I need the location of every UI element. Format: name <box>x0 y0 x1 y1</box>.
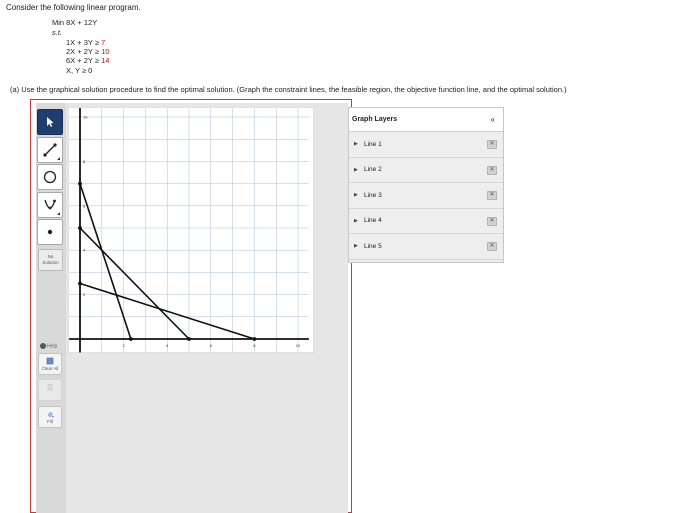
line-tool[interactable] <box>37 137 63 163</box>
graph-layers-panel: Graph Layers « ▶ Line 1 ✕ ▶ Line 2 ✕ ▶ L… <box>348 107 504 263</box>
circle-tool[interactable] <box>37 164 63 190</box>
graph-layers-header: Graph Layers « <box>349 108 503 132</box>
lp-nonnegativity: X, Y ≥ 0 <box>66 66 93 75</box>
clear-all-button[interactable]: Clear All <box>38 353 62 375</box>
line-2-endpoint-1 <box>78 226 82 230</box>
fill-label: Fill <box>47 419 53 424</box>
parabola-tool[interactable] <box>37 192 63 218</box>
select-tool[interactable] <box>37 109 63 135</box>
clear-all-label: Clear All <box>41 366 59 371</box>
constraint-op: ≥ <box>94 47 99 56</box>
layer-label: Line 2 <box>364 166 382 174</box>
point-icon <box>47 229 53 235</box>
line-3-endpoint-1 <box>78 281 82 286</box>
constraint-op: ≥ <box>94 56 99 65</box>
expand-arrow-icon: ▶ <box>354 166 358 173</box>
delete-layer-icon[interactable]: ✕ <box>487 242 497 251</box>
delete-layer-icon[interactable]: ✕ <box>487 140 497 149</box>
problem-intro: Consider the following linear program. <box>6 3 141 12</box>
layer-label: Line 4 <box>364 217 382 225</box>
question-a: (a) Use the graphical solution procedure… <box>10 85 567 94</box>
constraint-rhs: 10 <box>101 47 110 56</box>
delete-layer-icon[interactable]: ✕ <box>487 216 497 226</box>
help-label: Help <box>47 343 58 350</box>
no-solution-button[interactable]: No Solution <box>38 249 63 271</box>
fill-icon <box>47 411 54 418</box>
layer-item-line-2[interactable]: ▶ Line 2 ✕ <box>349 158 503 183</box>
point-tool[interactable] <box>37 219 63 245</box>
layer-label: Line 3 <box>364 191 382 199</box>
graph-layers-title: Graph Layers <box>352 116 398 123</box>
line-icon <box>43 143 57 157</box>
expand-arrow-icon: ▶ <box>354 217 358 224</box>
lp-subject-to: s.t. <box>52 28 63 37</box>
constraint-lhs: 1X + 3Y <box>66 38 93 47</box>
delete-layer-icon[interactable]: ✕ <box>487 191 497 200</box>
line-1-endpoint-2 <box>128 337 133 341</box>
pointer-icon <box>47 117 54 127</box>
circle-icon <box>43 170 57 184</box>
constraint-lhs: 6X + 2Y <box>66 56 93 65</box>
lp-constraint-1: 1X + 3Y ≥ 7 <box>66 38 105 47</box>
help-link[interactable]: Help <box>40 343 57 349</box>
help-icon <box>40 343 46 349</box>
fill-button[interactable]: Fill <box>38 406 62 428</box>
x-tick-label: 10 <box>296 343 301 348</box>
y-tick-label: 10 <box>83 115 88 120</box>
line-3-endpoint-2 <box>252 337 257 341</box>
layer-item-line-1[interactable]: ▶ Line 1 ✕ <box>349 132 503 158</box>
constraint-lhs: 2X + 2Y <box>66 47 93 56</box>
constraint-rhs: 14 <box>101 56 110 65</box>
delete-layer-icon[interactable]: ✕ <box>487 165 497 175</box>
layer-item-line-4[interactable]: ▶ Line 4 ✕ <box>349 209 503 234</box>
lp-constraint-3: 6X + 2Y ≥ 14 <box>66 56 109 65</box>
delete-button[interactable] <box>38 379 62 401</box>
parabola-icon <box>44 199 56 210</box>
clear-icon <box>46 357 54 365</box>
layer-label: Line 1 <box>364 140 382 148</box>
lp-objective: Min 8X + 12Y <box>52 18 98 27</box>
layer-item-line-3[interactable]: ▶ Line 3 ✕ <box>349 183 503 209</box>
constraint-op: ≥ <box>94 38 99 47</box>
collapse-panel-button[interactable]: « <box>491 115 495 124</box>
trash-icon <box>47 384 53 391</box>
expand-arrow-icon: ▶ <box>354 243 358 250</box>
expand-arrow-icon: ▶ <box>354 192 358 199</box>
line-2-endpoint-2 <box>187 337 191 341</box>
expand-arrow-icon: ▶ <box>354 141 358 148</box>
layer-label: Line 5 <box>364 242 382 250</box>
lp-constraint-2: 2X + 2Y ≥ 10 <box>66 47 109 56</box>
constraint-rhs: 7 <box>101 38 106 47</box>
line-1-endpoint-1 <box>78 181 82 186</box>
layer-item-line-5[interactable]: ▶ Line 5 ✕ <box>349 234 503 260</box>
graph-canvas[interactable]: 2 4 6 8 10246810 <box>68 107 314 353</box>
